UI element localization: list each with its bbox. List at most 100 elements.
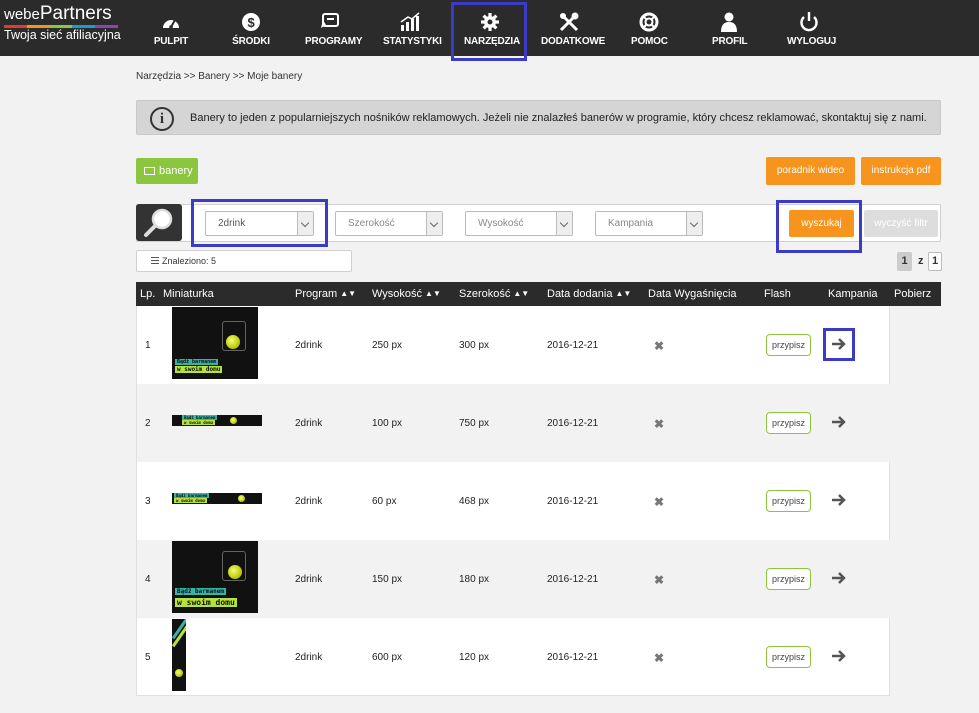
col-thumb: Miniaturka	[163, 288, 214, 300]
nav-label: DODATKOWE	[541, 36, 606, 47]
close-icon: ✖	[654, 651, 665, 665]
cell-program: 2drink	[295, 340, 323, 351]
assign-button[interactable]: przypisz	[766, 490, 811, 512]
nav-label: PROGRAMY	[305, 36, 363, 47]
table-row: 5 2drink 600 px 120 px 2016-12-21 ✖ przy…	[137, 618, 891, 696]
nav-dodatkowe[interactable]: DODATKOWE	[541, 0, 606, 56]
cell-height: 250 px	[372, 340, 403, 351]
sort-icon: ▲▼	[513, 289, 530, 298]
close-icon: ✖	[654, 495, 665, 509]
thumb-text-2: w swoim domu	[175, 366, 223, 373]
pdf-guide-button[interactable]: instrukcja pdf	[861, 157, 941, 185]
cell-added: 2016-12-21	[547, 496, 599, 507]
nav-pomoc[interactable]: POMOC	[631, 0, 668, 56]
col-added[interactable]: Data dodania ▲▼	[547, 288, 631, 300]
thumb-text-2: w swoim domu	[174, 498, 207, 503]
banners-button[interactable]: banery	[136, 158, 198, 184]
banner-thumbnail[interactable]: Bądź barmanem w swoim domu	[172, 415, 262, 426]
webepartners-logo[interactable]: webePartners Twoja sieć afiliacyjna	[4, 4, 121, 42]
banner-thumbnail[interactable]: Bądź barmanem w swoim domu	[172, 541, 258, 613]
nav-srodki[interactable]: $ ŚRODKI	[231, 0, 271, 56]
thumb-text-1: Bądź barmanem	[175, 588, 226, 595]
chevron-down-icon	[686, 212, 702, 235]
col-flash: Flash	[764, 288, 791, 300]
close-icon: ✖	[654, 417, 665, 431]
chevron-down-icon	[556, 212, 572, 235]
cell-lp: 3	[145, 496, 151, 507]
campaign-arrow-highlight	[823, 328, 855, 361]
cell-lp: 1	[145, 340, 151, 351]
thumb-text-2: w swoim domu	[175, 598, 237, 607]
bar-chart-icon	[400, 12, 420, 31]
nav-profil[interactable]: PROFIL	[712, 0, 748, 56]
table-header: Lp. Miniaturka Program ▲▼ Wysokość ▲▼ Szer…	[136, 282, 941, 306]
arrow-right-icon[interactable]	[831, 415, 847, 429]
cell-width: 120 px	[459, 652, 490, 663]
close-icon: ✖	[654, 339, 665, 353]
banners-button-label: banery	[159, 165, 193, 177]
pagination-total[interactable]: 1	[928, 252, 942, 271]
lifebuoy-icon	[639, 12, 659, 32]
banner-thumbnail[interactable]	[172, 619, 186, 691]
nav-programy[interactable]: PROGRAMY	[305, 0, 363, 56]
width-select-value: Szerokość	[348, 218, 395, 229]
cell-added: 2016-12-21	[547, 418, 599, 429]
pagination-of: z	[918, 255, 924, 267]
assign-button[interactable]: przypisz	[766, 334, 811, 356]
video-guide-button[interactable]: poradnik wideo	[766, 157, 855, 185]
table-row: 4 Bądź barmanem w swoim domu 2drink 150 …	[137, 540, 891, 618]
col-height[interactable]: Wysokość ▲▼	[372, 288, 441, 300]
assign-button[interactable]: przypisz	[766, 646, 811, 668]
program-select-highlight	[191, 199, 328, 247]
cell-lp: 2	[145, 418, 151, 429]
logo-prefix: webe	[4, 6, 40, 23]
banner-table: 1 Bądź barmanem w swoim domu 2drink 250 …	[136, 306, 891, 696]
dollar-icon: $	[242, 13, 260, 31]
nav-statystyki[interactable]: STATYSTYKI	[383, 0, 442, 56]
pagination-current[interactable]: 1	[897, 252, 912, 271]
col-download: Pobierz	[894, 288, 932, 300]
cell-program: 2drink	[295, 574, 323, 585]
cell-width: 300 px	[459, 340, 490, 351]
col-width[interactable]: Szerokość ▲▼	[459, 288, 529, 300]
dashboard-gauge-icon	[163, 19, 179, 29]
banner-thumbnail[interactable]: Bądź barmanem w swoim domu	[172, 493, 262, 504]
magnifier-icon	[136, 204, 182, 241]
nav-wyloguj[interactable]: WYLOGUJ	[787, 0, 837, 56]
nav-highlight-box	[451, 2, 527, 61]
table-row: 2 Bądź barmanem w swoim domu 2drink 100 …	[137, 384, 891, 462]
banner-thumbnail[interactable]: Bądź barmanem w swoim domu	[172, 307, 258, 379]
height-select[interactable]: Wysokość	[465, 211, 573, 236]
assign-button[interactable]: przypisz	[766, 568, 811, 590]
cell-height: 150 px	[372, 574, 403, 585]
table-row: 3 Bądź barmanem w swoim domu 2drink 60 p…	[137, 462, 891, 540]
user-icon	[721, 12, 737, 32]
close-icon: ✖	[654, 573, 665, 587]
width-select[interactable]: Szerokość	[335, 211, 443, 236]
arrow-right-icon[interactable]	[831, 571, 847, 585]
search-button-highlight	[776, 200, 862, 253]
results-count-text: Znaleziono: 5	[162, 256, 217, 266]
svg-text:$: $	[247, 15, 255, 30]
power-icon	[800, 12, 818, 32]
nav-label: WYLOGUJ	[787, 36, 837, 47]
programs-icon	[321, 13, 339, 28]
info-banner: i Banery to jeden z popularniejszych noś…	[136, 100, 941, 135]
campaign-select[interactable]: Kampania	[595, 211, 703, 236]
results-count: Znaleziono: 5	[136, 250, 352, 272]
arrow-right-icon[interactable]	[831, 649, 847, 663]
col-lp: Lp.	[140, 288, 156, 300]
sort-icon: ▲▼	[615, 289, 632, 298]
cell-width: 468 px	[459, 496, 490, 507]
cell-height: 100 px	[372, 418, 403, 429]
arrow-right-icon[interactable]	[831, 493, 847, 507]
col-program-label: Program	[295, 288, 338, 300]
logo-tagline: Twoja sieć afiliacyjna	[4, 28, 121, 42]
thumb-text-2: w swoim domu	[182, 420, 215, 425]
col-program[interactable]: Program ▲▼	[295, 288, 356, 300]
assign-button[interactable]: przypisz	[766, 412, 811, 434]
nav-label: ŚRODKI	[232, 36, 270, 47]
nav-pulpit[interactable]: PULPIT	[150, 0, 192, 56]
chevron-down-icon	[426, 212, 442, 235]
clear-filter-button[interactable]: wyczyść filtr	[864, 210, 938, 237]
